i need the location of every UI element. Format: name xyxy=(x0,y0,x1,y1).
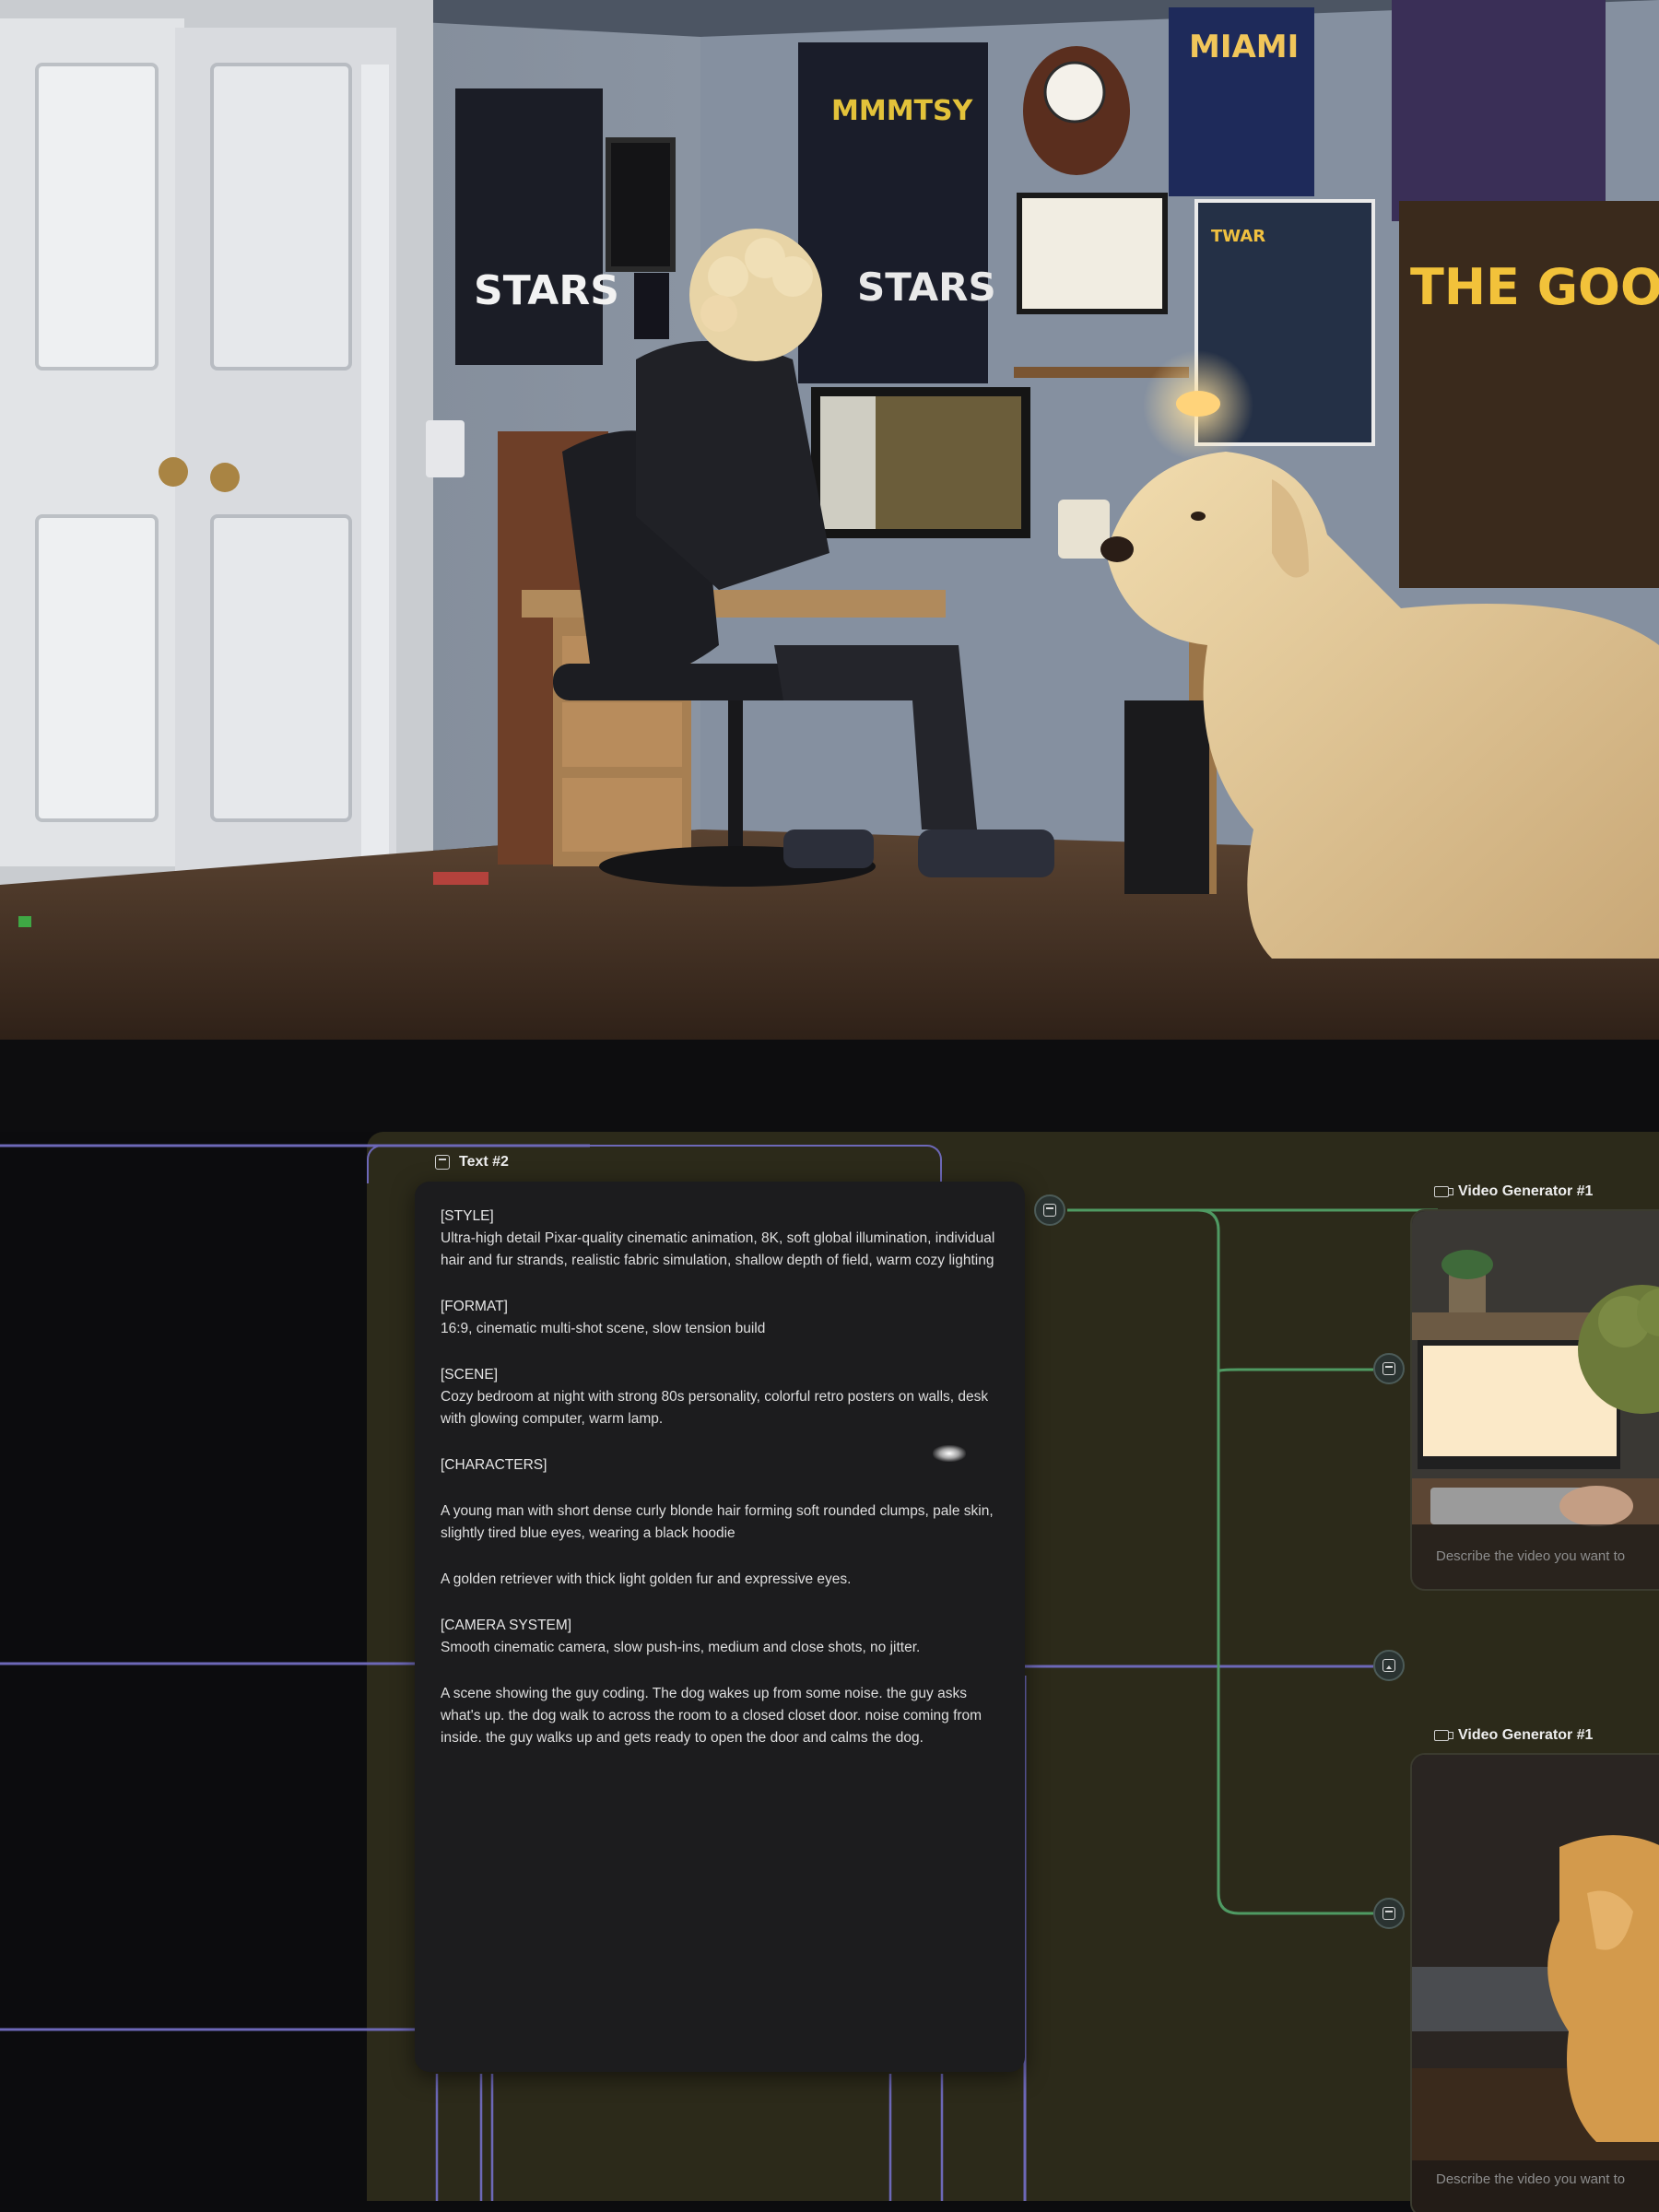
text-node-prompt-card[interactable]: [STYLE] Ultra-high detail Pixar-quality … xyxy=(415,1182,1025,2072)
video-2-prompt-input[interactable]: Describe the video you want to xyxy=(1436,2171,1625,2187)
frame-separator xyxy=(0,1040,1659,1132)
camera-heading: [CAMERA SYSTEM] xyxy=(441,1618,572,1633)
video-1-prompt-input[interactable]: Describe the video you want to xyxy=(1436,1548,1625,1564)
bedroom-scene-illustration: STARS MMMTSY STARS MIAMI TWAR THE GOONIE xyxy=(0,0,1659,1040)
video-1-image-input-port[interactable] xyxy=(1373,1650,1405,1681)
video-camera-icon xyxy=(1434,1186,1453,1197)
wire-green-1 xyxy=(1067,1208,1373,1372)
generated-video-frame: STARS MMMTSY STARS MIAMI TWAR THE GOONIE xyxy=(0,0,1659,1040)
video-1-preview-thumbnail xyxy=(1412,1211,1659,1589)
mouse-cursor-highlight xyxy=(933,1445,966,1462)
text-node-title: Text #2 xyxy=(459,1154,509,1170)
scene-body: Cozy bedroom at night with strong 80s pe… xyxy=(441,1389,993,1427)
video-2-preview-thumbnail xyxy=(1412,1755,1659,2212)
format-heading: [FORMAT] xyxy=(441,1299,508,1314)
svg-text:MMMTSY: MMMTSY xyxy=(831,95,974,127)
image-port-icon xyxy=(1382,1659,1395,1672)
video-camera-icon xyxy=(1434,1730,1453,1741)
poster-stars-text: STARS xyxy=(474,267,619,314)
action-body: A scene showing the guy coding. The dog … xyxy=(441,1686,986,1746)
characters-heading: [CHARACTERS] xyxy=(441,1457,547,1473)
video-1-text-input-port[interactable] xyxy=(1373,1353,1405,1384)
text-port-icon xyxy=(1382,1362,1395,1375)
text-port-icon xyxy=(1382,1907,1395,1920)
video-generator-1-card[interactable]: Describe the video you want to xyxy=(1410,1209,1659,1591)
wire-green-3 xyxy=(1217,1353,1373,1915)
video-generator-1-header[interactable]: Video Generator #1 xyxy=(1434,1183,1593,1200)
wire-purple-bundle xyxy=(435,2074,944,2201)
text-port-icon xyxy=(1043,1204,1056,1217)
text-node-icon xyxy=(435,1155,450,1170)
video-2-text-input-port[interactable] xyxy=(1373,1898,1405,1929)
camera-body: Smooth cinematic camera, slow push-ins, … xyxy=(441,1640,921,1655)
characters-body-dog: A golden retriever with thick light gold… xyxy=(441,1571,852,1587)
video-generator-2-title: Video Generator #1 xyxy=(1458,1727,1594,1743)
svg-text:STARS: STARS xyxy=(857,265,996,310)
node-editor-canvas[interactable]: Text #2 [STYLE] Ultra-high detail Pixar-… xyxy=(0,1132,1659,2212)
video-generator-2-header[interactable]: Video Generator #1 xyxy=(1434,1727,1593,1744)
svg-text:MIAMI: MIAMI xyxy=(1189,29,1299,65)
characters-body-man: A young man with short dense curly blond… xyxy=(441,1503,997,1541)
style-heading: [STYLE] xyxy=(441,1208,494,1224)
scene-heading: [SCENE] xyxy=(441,1367,499,1382)
format-body: 16:9, cinematic multi-shot scene, slow t… xyxy=(441,1321,766,1336)
video-generator-1-title: Video Generator #1 xyxy=(1458,1183,1594,1199)
video-generator-2-card[interactable]: Describe the video you want to xyxy=(1410,1753,1659,2212)
text-node-header[interactable]: Text #2 xyxy=(435,1154,509,1171)
svg-text:THE GOONIE: THE GOONIE xyxy=(1410,258,1659,316)
style-body: Ultra-high detail Pixar-quality cinemati… xyxy=(441,1230,999,1268)
text-output-port[interactable] xyxy=(1034,1194,1065,1226)
svg-text:TWAR: TWAR xyxy=(1211,227,1265,246)
